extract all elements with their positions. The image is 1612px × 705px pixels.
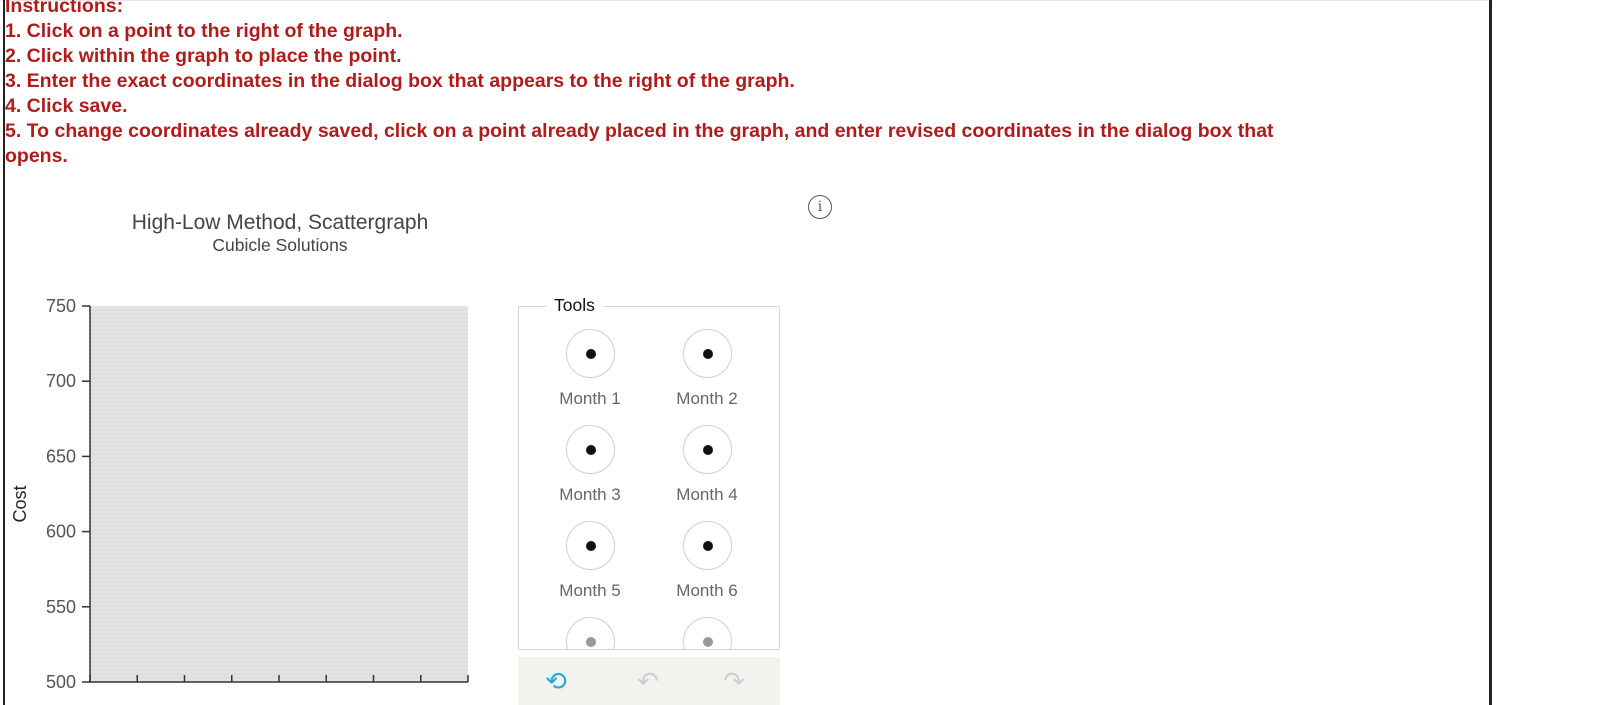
instruction-step-4: 4. Click save. bbox=[5, 95, 128, 117]
tool-month-6[interactable]: Month 6 bbox=[652, 521, 762, 601]
instruction-step-3: 3. Enter the exact coordinates in the di… bbox=[5, 70, 795, 92]
y-tick-label: 650 bbox=[46, 446, 76, 466]
scattergraph[interactable]: 750 700 650 600 550 500 Cost bbox=[0, 290, 520, 705]
instruction-step-1: 1. Click on a point to the right of the … bbox=[5, 20, 403, 42]
y-tick-label: 700 bbox=[46, 371, 76, 391]
tool-label: Month 4 bbox=[676, 485, 738, 504]
tool-label: Month 5 bbox=[559, 581, 621, 600]
tools-label: Tools bbox=[546, 294, 603, 316]
point-tool-icon[interactable] bbox=[682, 617, 732, 649]
tool-month-3[interactable]: Month 3 bbox=[535, 425, 645, 505]
tool-month-1[interactable]: Month 1 bbox=[535, 329, 645, 409]
y-tick-label: 500 bbox=[46, 672, 76, 692]
point-tool-icon[interactable] bbox=[565, 329, 615, 378]
point-tool-icon[interactable] bbox=[565, 617, 615, 649]
info-icon[interactable]: i bbox=[808, 195, 832, 219]
y-axis-label: Cost bbox=[10, 485, 30, 522]
point-tool-icon[interactable] bbox=[565, 521, 615, 570]
point-tool-icon[interactable] bbox=[682, 521, 732, 570]
tool-label: Month 2 bbox=[676, 389, 738, 408]
tools-panel: Month 1 Month 2 Month 3 Month 4 Month 5 … bbox=[518, 306, 780, 650]
chart-title: High-Low Method, Scattergraph bbox=[131, 211, 429, 234]
tool-label: Month 1 bbox=[559, 389, 621, 408]
tool-label: Month 3 bbox=[559, 485, 621, 504]
instruction-step-5: 5. To change coordinates already saved, … bbox=[5, 120, 1274, 167]
tool-label: Month 6 bbox=[676, 581, 738, 600]
tool-month-2[interactable]: Month 2 bbox=[652, 329, 762, 409]
point-tool-icon[interactable] bbox=[565, 425, 615, 474]
undo-icon[interactable]: ↶ bbox=[628, 661, 668, 705]
point-tool-icon[interactable] bbox=[682, 425, 732, 474]
tool-month-8-partial[interactable] bbox=[652, 617, 762, 649]
action-bar: ⟲ ↶ ↷ bbox=[518, 657, 780, 705]
reset-icon[interactable]: ⟲ bbox=[536, 661, 576, 705]
page: Instructions: 1. Click on a point to the… bbox=[0, 0, 1612, 705]
chart-subtitle: Cubicle Solutions bbox=[212, 235, 348, 255]
tool-month-5[interactable]: Month 5 bbox=[535, 521, 645, 601]
tool-month-4[interactable]: Month 4 bbox=[652, 425, 762, 505]
tool-month-7-partial[interactable] bbox=[535, 617, 645, 649]
instructions-heading: Instructions: bbox=[5, 0, 124, 17]
y-tick-label: 750 bbox=[46, 296, 76, 316]
instructions-block: Instructions: 1. Click on a point to the… bbox=[5, 0, 1295, 169]
redo-icon[interactable]: ↷ bbox=[714, 661, 754, 705]
y-tick-label: 550 bbox=[46, 597, 76, 617]
y-tick-label: 600 bbox=[46, 522, 76, 542]
point-tool-icon[interactable] bbox=[682, 329, 732, 378]
instruction-step-2: 2. Click within the graph to place the p… bbox=[5, 45, 402, 67]
right-border bbox=[1489, 0, 1492, 705]
